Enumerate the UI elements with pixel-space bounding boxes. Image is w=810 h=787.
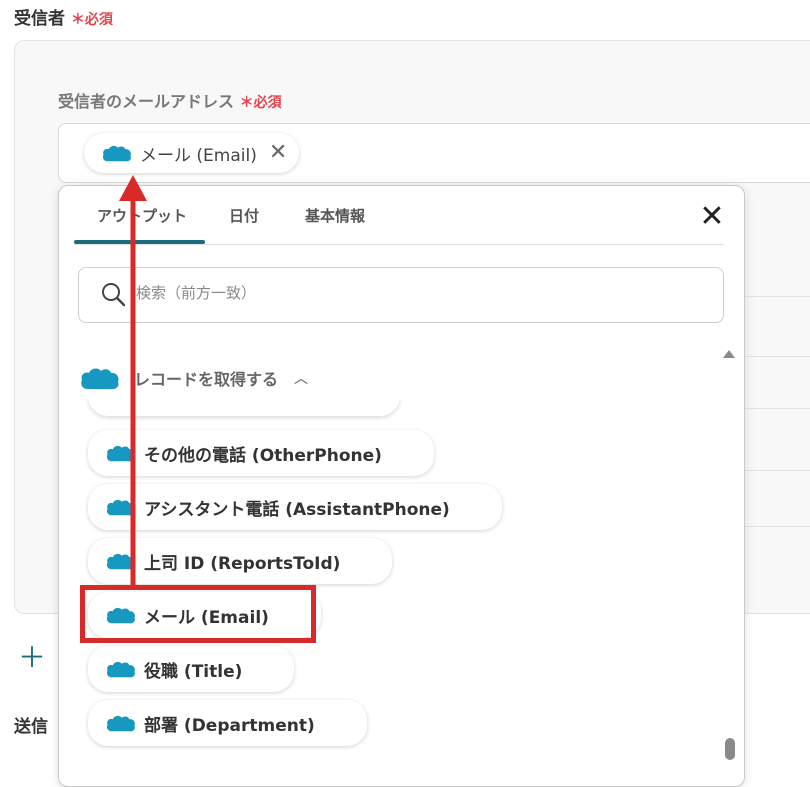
tab-active-indicator <box>74 240 205 244</box>
remove-chip-icon[interactable]: ✕ <box>269 142 287 164</box>
salesforce-cloud-icon <box>106 499 135 516</box>
list-item-label: 上司 ID (ReportsToId) <box>144 553 341 574</box>
plus-icon[interactable]: ＋ <box>18 636 46 676</box>
salesforce-cloud-icon <box>106 445 135 462</box>
tab-output[interactable]: アウトプット <box>97 205 187 226</box>
annotation-highlight-box <box>80 585 316 643</box>
email-field-label-text: 受信者のメールアドレス <box>58 92 235 111</box>
recipients-label: 受信者 ＊必須 <box>14 4 113 29</box>
scrollbar[interactable] <box>722 364 736 754</box>
search-icon <box>102 283 126 307</box>
salesforce-cloud-icon <box>106 661 135 678</box>
list-item-department[interactable]: 部署 (Department) <box>88 700 367 746</box>
sender-label: 送信 <box>14 717 48 737</box>
search-input[interactable] <box>134 283 698 303</box>
selected-email-chip[interactable]: メール (Email) ✕ <box>84 133 300 173</box>
tab-divider <box>74 244 724 245</box>
selected-email-chip-label: メール (Email) <box>140 145 257 166</box>
scroll-up-icon[interactable] <box>723 350 735 358</box>
salesforce-cloud-icon <box>106 715 135 732</box>
salesforce-cloud-icon <box>81 368 119 390</box>
required-text: 必須 <box>84 12 113 28</box>
list-item-label: アシスタント電話 (AssistantPhone) <box>144 499 450 520</box>
chevron-up-icon[interactable]: ︿ <box>294 368 308 388</box>
recipients-label-text: 受信者 <box>14 9 65 29</box>
salesforce-cloud-icon <box>102 145 131 162</box>
email-required-text: 必須 <box>253 95 282 111</box>
group-title: レコードを取得する <box>134 370 279 389</box>
email-field-label: 受信者のメールアドレス ＊必須 <box>58 88 282 112</box>
tab-basic-info[interactable]: 基本情報 <box>305 205 365 226</box>
list-item-label: その他の電話 (OtherPhone) <box>144 445 382 466</box>
tab-date[interactable]: 日付 <box>229 205 259 226</box>
close-icon[interactable]: ✕ <box>698 202 726 232</box>
group-header-get-record[interactable]: レコードを取得する ︿ <box>80 360 308 396</box>
list-item-title[interactable]: 役職 (Title) <box>88 646 295 692</box>
list-item-reports-to-id[interactable]: 上司 ID (ReportsToId) <box>88 538 393 584</box>
email-required-mark: ＊ <box>239 95 254 111</box>
list-item-label: 役職 (Title) <box>144 661 243 682</box>
list-item-assistant-phone[interactable]: アシスタント電話 (AssistantPhone) <box>88 484 502 530</box>
scrollbar-thumb[interactable] <box>725 738 735 760</box>
list-item-label: 部署 (Department) <box>144 715 315 736</box>
required-mark: ＊ <box>70 12 85 28</box>
list-item-other-phone[interactable]: その他の電話 (OtherPhone) <box>88 430 434 476</box>
salesforce-cloud-icon <box>106 553 135 570</box>
